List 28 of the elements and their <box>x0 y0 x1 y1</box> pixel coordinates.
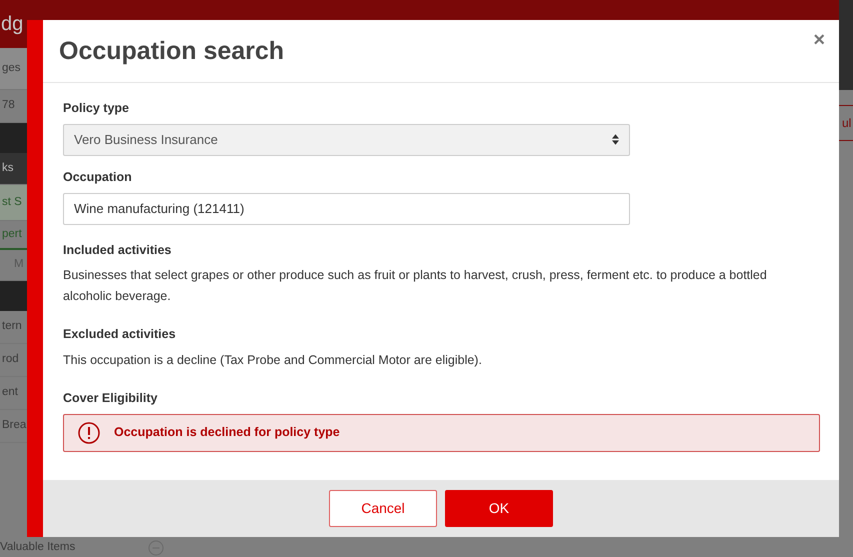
sidebar-item[interactable]: ges <box>2 60 21 78</box>
warning-icon <box>78 422 100 444</box>
sidebar-item[interactable]: ent <box>2 384 18 402</box>
section-heading: Included activities <box>63 242 172 258</box>
section-heading: Excluded activities <box>63 326 177 344</box>
section-heading: Cover Eligibility <box>63 390 158 407</box>
occupation-field[interactable]: Wine manufacturing (121411) <box>63 192 630 224</box>
field-label: Policy type <box>63 100 130 117</box>
logo-text: dg <box>1 12 24 37</box>
close-button[interactable]: × <box>811 30 827 50</box>
sidebar-item[interactable]: Brea <box>2 417 26 435</box>
field-label: Occupation <box>63 168 133 186</box>
sidebar-item[interactable]: ks <box>2 160 14 178</box>
cancel-button[interactable]: Cancel <box>329 490 437 527</box>
sidebar-item[interactable]: tern <box>2 318 22 336</box>
section-text: This occupation is a decline (Tax Probe and Commercial Motor are eligible). <box>63 352 483 369</box>
sidebar-item[interactable]: Valuable Items <box>0 538 76 556</box>
dialog-title: Occupation search <box>59 36 284 66</box>
section-text: Businesses that select grapes or other produce such as fruit or plants to harvest, crush, press, ferment etc. to produce a bottled alcoholic beverage. <box>63 267 768 306</box>
tab-label[interactable]: ul <box>842 114 852 132</box>
policy-type-select[interactable]: Vero Business Insurance <box>63 124 630 156</box>
sidebar-item[interactable]: pert <box>2 226 22 244</box>
sort-caret-icon <box>612 134 619 146</box>
sidebar-item[interactable]: rod <box>2 351 19 369</box>
sidebar-item[interactable]: st S <box>2 194 22 212</box>
alert-message: Occupation is declined for policy type <box>114 424 340 442</box>
ok-button[interactable]: OK <box>445 490 553 527</box>
sidebar-item[interactable]: 78 <box>2 97 15 115</box>
